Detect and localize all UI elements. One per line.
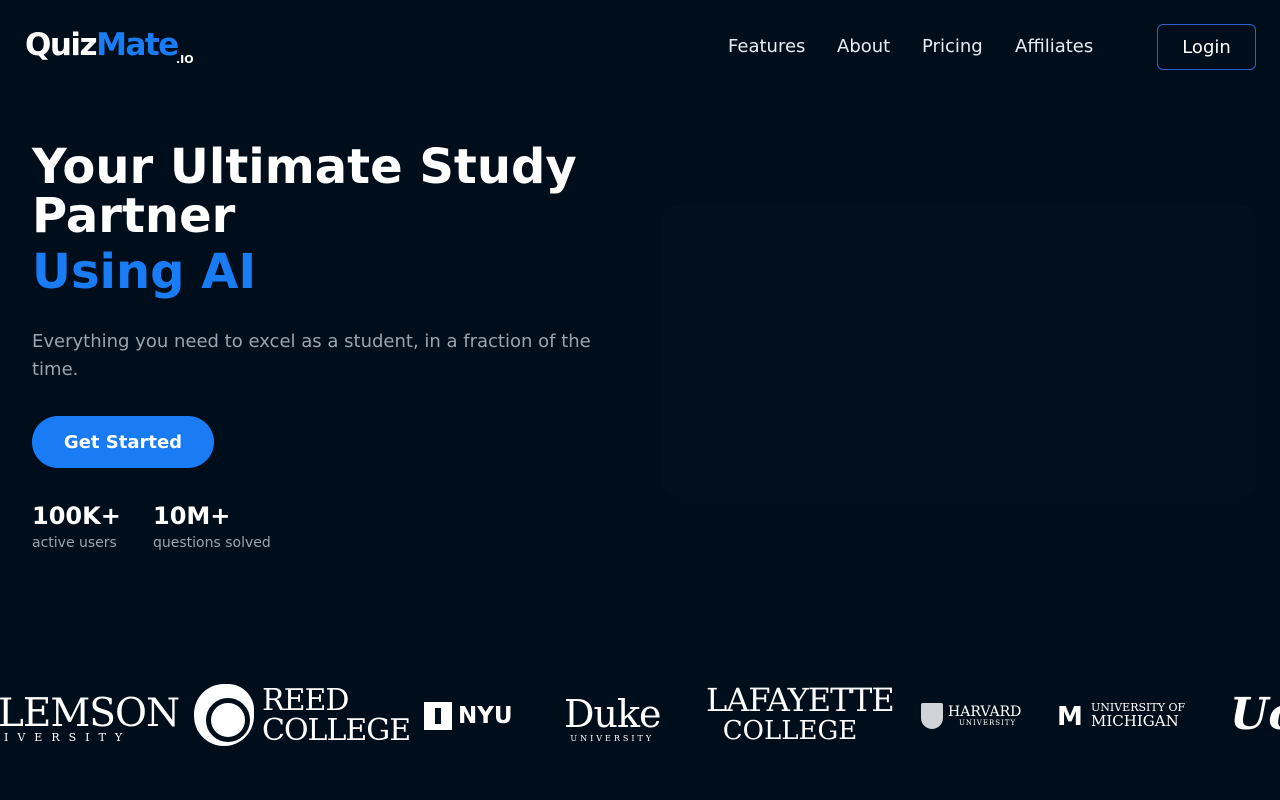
- torch-icon: [424, 702, 452, 730]
- lafayette-line2: COLLEGE: [722, 716, 858, 746]
- hero-media-panel: [662, 205, 1256, 497]
- logo-word-quiz: Quiz: [25, 27, 98, 63]
- get-started-button[interactable]: Get Started: [32, 416, 214, 468]
- nav-link-affiliates[interactable]: Affiliates: [1015, 35, 1093, 59]
- stat-value: 10M+: [153, 502, 231, 530]
- hero-title-accent: Using AI: [32, 244, 257, 300]
- clemson-wordmark: LEMSON: [0, 691, 180, 736]
- login-button[interactable]: Login: [1157, 24, 1256, 70]
- stat-label: questions solved: [153, 535, 271, 551]
- stat-questions-solved: 10M+ questions solved: [153, 500, 271, 554]
- stat-value: 100K+: [32, 502, 121, 530]
- griffin-crest-icon: [194, 684, 254, 746]
- nyu-wordmark: NYU: [458, 703, 513, 729]
- block-m-icon: M: [1057, 702, 1083, 732]
- stat-active-users: 100K+ active users: [32, 500, 121, 554]
- nav-link-about[interactable]: About: [837, 35, 890, 59]
- duke-subtext: UNIVERSITY: [570, 734, 655, 743]
- landing-page: QuizMate .IO Features About Pricing Affi…: [0, 0, 1280, 800]
- harvard-shield-icon: [921, 703, 943, 729]
- quizmate-logo[interactable]: QuizMate .IO: [25, 26, 195, 68]
- harvard-line2: UNIVERSITY: [959, 719, 1017, 727]
- hero-title: Your Ultimate Study Partner: [32, 139, 577, 244]
- duke-logo: Duke UNIVERSITY: [564, 692, 661, 744]
- logo-suffix: .IO: [176, 53, 194, 66]
- reed-line1: REED: [262, 683, 349, 718]
- nav-link-features[interactable]: Features: [728, 35, 805, 59]
- harvard-line1: HARVARD: [948, 704, 1022, 720]
- michigan-line2: MICHIGAN: [1091, 712, 1179, 730]
- hero-subtitle: Everything you need to excel as a studen…: [32, 331, 591, 380]
- site-header: QuizMate .IO Features About Pricing Affi…: [0, 0, 1280, 94]
- lafayette-logo: LAFAYETTE COLLEGE: [706, 681, 895, 746]
- university-logos-strip: LEMSON IVERSITY REED COLLEGE NYU Duke UN…: [0, 676, 1280, 756]
- ucla-logo: Ucl: [1230, 689, 1280, 740]
- logo-word-mate: Mate: [96, 27, 179, 63]
- clemson-logo: LEMSON IVERSITY: [0, 691, 180, 744]
- reed-line2: COLLEGE: [262, 713, 411, 748]
- duke-wordmark: Duke: [564, 692, 661, 736]
- nav-link-pricing[interactable]: Pricing: [922, 35, 983, 59]
- stat-label: active users: [32, 535, 117, 551]
- logo-wordmark: QuizMate: [25, 26, 179, 64]
- lafayette-line1: LAFAYETTE: [706, 681, 895, 719]
